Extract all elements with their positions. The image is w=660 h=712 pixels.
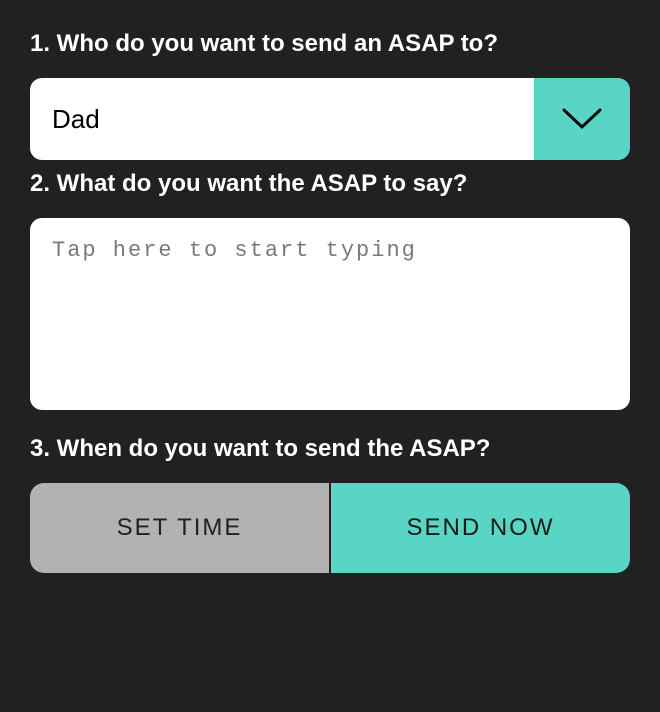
question-2-label: 2. What do you want the ASAP to say? [30,170,630,198]
set-time-button[interactable]: SET TIME [30,483,331,573]
chevron-down-icon [534,78,630,160]
question-1-label: 1. Who do you want to send an ASAP to? [30,30,630,58]
recipient-select-value: Dad [30,78,534,160]
send-timing-buttons: SET TIME SEND NOW [30,483,630,573]
question-3-label: 3. When do you want to send the ASAP? [30,435,630,463]
recipient-select[interactable]: Dad [30,78,630,160]
send-now-button[interactable]: SEND NOW [331,483,630,573]
message-input[interactable] [30,218,630,410]
